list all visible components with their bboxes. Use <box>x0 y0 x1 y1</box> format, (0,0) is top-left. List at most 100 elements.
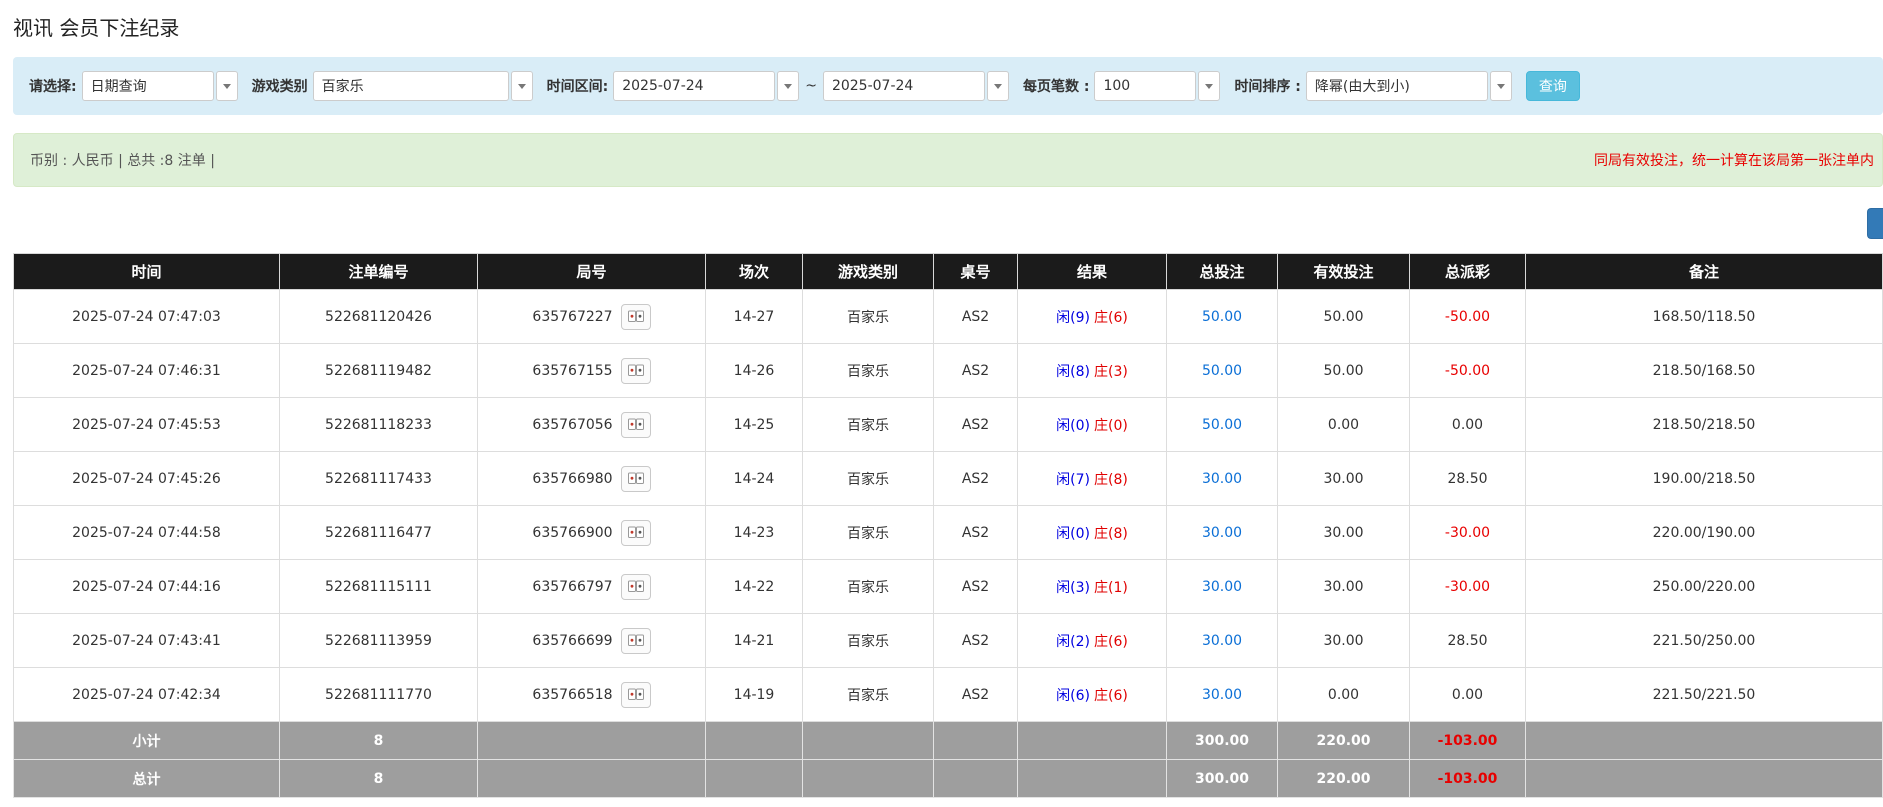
cell-valid-bet: 30.00 <box>1278 560 1410 614</box>
total-bet-link[interactable]: 30.00 <box>1202 633 1242 649</box>
col-header-remark: 备注 <box>1526 254 1883 290</box>
cell-total-bet: 50.00 <box>1167 344 1278 398</box>
cell-time: 2025-07-24 07:44:16 <box>14 560 280 614</box>
total-bet-link[interactable]: 30.00 <box>1202 525 1242 541</box>
per-page-dropdown-button[interactable] <box>1198 71 1220 101</box>
per-page-select[interactable]: 100 <box>1094 71 1196 101</box>
player-result: 闲(9) <box>1056 310 1090 326</box>
cards-icon <box>628 364 644 377</box>
round-detail-button[interactable] <box>621 412 651 438</box>
cell-result: 闲(0)庄(0) <box>1018 398 1167 452</box>
cell-table-no: AS2 <box>934 398 1018 452</box>
table-row: 2025-07-24 07:45:26 522681117433 6357669… <box>14 452 1883 506</box>
cell-total-bet: 30.00 <box>1167 506 1278 560</box>
banker-result: 庄(8) <box>1094 472 1128 488</box>
cell-remark: 218.50/218.50 <box>1526 398 1883 452</box>
cell-valid-bet: 30.00 <box>1278 452 1410 506</box>
cell-game-type: 百家乐 <box>803 560 934 614</box>
round-number: 635766980 <box>532 471 612 487</box>
cell-remark: 250.00/220.00 <box>1526 560 1883 614</box>
date-to-input[interactable]: 2025-07-24 <box>823 71 985 101</box>
cell-payout: 28.50 <box>1410 614 1526 668</box>
cell-session: 14-24 <box>706 452 803 506</box>
cell-valid-bet: 50.00 <box>1278 290 1410 344</box>
round-detail-button[interactable] <box>621 358 651 384</box>
date-from-dropdown-button[interactable] <box>777 71 799 101</box>
cards-icon <box>628 472 644 485</box>
total-bet-link[interactable]: 30.00 <box>1202 687 1242 703</box>
round-number: 635767155 <box>532 363 612 379</box>
cell-round-no: 635767056 <box>478 398 706 452</box>
per-page-value: 100 <box>1103 78 1130 94</box>
total-bet-link[interactable]: 30.00 <box>1202 471 1242 487</box>
cell-time: 2025-07-24 07:46:31 <box>14 344 280 398</box>
game-type-select[interactable]: 百家乐 <box>313 71 509 101</box>
sort-select[interactable]: 降幂(由大到小) <box>1306 71 1488 101</box>
cell-total-bet: 30.00 <box>1167 560 1278 614</box>
cell-result: 闲(3)庄(1) <box>1018 560 1167 614</box>
query-type-dropdown-button[interactable] <box>216 71 238 101</box>
cards-icon <box>628 580 644 593</box>
search-button[interactable]: 查询 <box>1526 71 1580 101</box>
cell-result: 闲(9)庄(6) <box>1018 290 1167 344</box>
page-title: 视讯 会员下注纪录 <box>13 12 1883 41</box>
cell-payout: 28.50 <box>1410 452 1526 506</box>
cell-payout: -50.00 <box>1410 344 1526 398</box>
cell-table-no: AS2 <box>934 452 1018 506</box>
round-detail-button[interactable] <box>621 574 651 600</box>
game-type-value: 百家乐 <box>322 76 364 96</box>
total-bet-link[interactable]: 50.00 <box>1202 363 1242 379</box>
query-type-select[interactable]: 日期查询 <box>82 71 214 101</box>
round-detail-button[interactable] <box>621 304 651 330</box>
summary-empty-cell <box>803 760 934 798</box>
cell-session: 14-19 <box>706 668 803 722</box>
cell-payout: 0.00 <box>1410 668 1526 722</box>
clipped-action-button[interactable] <box>1867 208 1883 239</box>
summary-empty-cell <box>934 722 1018 760</box>
sort-dropdown-button[interactable] <box>1490 71 1512 101</box>
cell-valid-bet: 50.00 <box>1278 344 1410 398</box>
total-bet-link[interactable]: 50.00 <box>1202 309 1242 325</box>
col-header-table-no: 桌号 <box>934 254 1018 290</box>
valid-bet-notice-text: 同局有效投注，统一计算在该局第一张注单内 <box>1594 150 1874 170</box>
cell-result: 闲(7)庄(8) <box>1018 452 1167 506</box>
player-result: 闲(3) <box>1056 580 1090 596</box>
cell-result: 闲(8)庄(3) <box>1018 344 1167 398</box>
summary-empty-cell <box>934 760 1018 798</box>
round-detail-button[interactable] <box>621 682 651 708</box>
cell-round-no: 635766797 <box>478 560 706 614</box>
banker-result: 庄(1) <box>1094 580 1128 596</box>
game-type-dropdown-button[interactable] <box>511 71 533 101</box>
records-head: 时间 注单编号 局号 场次 游戏类别 桌号 结果 总投注 有效投注 总派彩 备注 <box>14 254 1883 290</box>
cell-result: 闲(6)庄(6) <box>1018 668 1167 722</box>
table-row: 2025-07-24 07:44:58 522681116477 6357669… <box>14 506 1883 560</box>
round-detail-button[interactable] <box>621 466 651 492</box>
round-number: 635766518 <box>532 687 612 703</box>
summary-count: 8 <box>280 760 478 798</box>
col-header-valid-bet: 有效投注 <box>1278 254 1410 290</box>
cell-valid-bet: 30.00 <box>1278 614 1410 668</box>
table-row: 2025-07-24 07:44:16 522681115111 6357667… <box>14 560 1883 614</box>
total-bet-link[interactable]: 50.00 <box>1202 417 1242 433</box>
total-bet-link[interactable]: 30.00 <box>1202 579 1242 595</box>
cell-round-no: 635766900 <box>478 506 706 560</box>
cell-time: 2025-07-24 07:43:41 <box>14 614 280 668</box>
game-type-label: 游戏类别 <box>252 76 308 96</box>
cell-round-no: 635766980 <box>478 452 706 506</box>
round-number: 635767227 <box>532 309 612 325</box>
records-body: 2025-07-24 07:47:03 522681120426 6357672… <box>14 290 1883 722</box>
date-from-input[interactable]: 2025-07-24 <box>613 71 775 101</box>
summary-label: 总计 <box>14 760 280 798</box>
col-header-session: 场次 <box>706 254 803 290</box>
round-detail-button[interactable] <box>621 520 651 546</box>
col-header-order-no: 注单编号 <box>280 254 478 290</box>
banker-result: 庄(0) <box>1094 418 1128 434</box>
round-number: 635767056 <box>532 417 612 433</box>
date-to-dropdown-button[interactable] <box>987 71 1009 101</box>
toolbar-gap <box>13 187 1883 253</box>
cell-result: 闲(2)庄(6) <box>1018 614 1167 668</box>
summary-empty-cell <box>706 760 803 798</box>
round-detail-button[interactable] <box>621 628 651 654</box>
table-row: 2025-07-24 07:45:53 522681118233 6357670… <box>14 398 1883 452</box>
banker-result: 庄(8) <box>1094 526 1128 542</box>
